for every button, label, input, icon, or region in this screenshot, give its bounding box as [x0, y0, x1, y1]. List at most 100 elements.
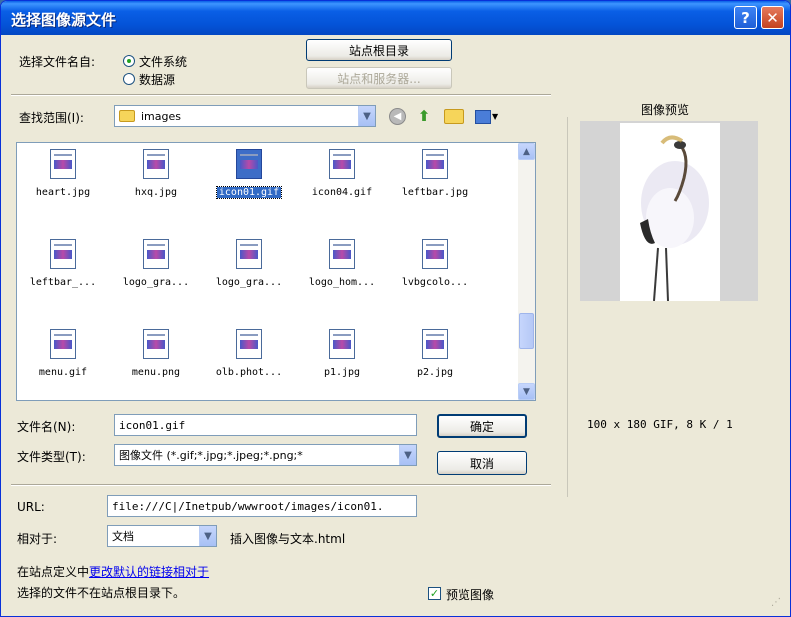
url-input[interactable]: file:///C|/Inetpub/wwwroot/images/icon01… — [107, 495, 417, 517]
folder-icon — [119, 110, 135, 122]
image-file-icon — [236, 149, 262, 179]
image-file-icon — [143, 149, 169, 179]
ok-button[interactable]: 确定 — [437, 414, 527, 438]
file-name: icon04.gif — [311, 187, 373, 198]
look-in-select[interactable]: images ▼ — [114, 105, 376, 127]
file-item[interactable]: menu.png — [110, 323, 202, 395]
preview-checkbox[interactable]: ✓ — [428, 587, 441, 600]
select-from-label: 选择文件名自: — [19, 55, 96, 69]
scroll-thumb[interactable] — [519, 313, 534, 349]
checkmark-icon: ✓ — [429, 587, 440, 600]
file-item[interactable]: heart.jpg — [17, 143, 109, 215]
scroll-down-icon[interactable]: ▼ — [518, 383, 535, 400]
site-server-button[interactable]: 站点和服务器... — [306, 67, 452, 89]
filetype-value: 图像文件 (*.gif;*.jpg;*.jpeg;*.png;* — [119, 449, 303, 462]
preview-frame — [580, 121, 758, 301]
file-item[interactable]: icon04.gif — [296, 143, 388, 215]
look-in-value: images — [141, 109, 181, 123]
radio-filesystem-label[interactable]: 文件系统 — [139, 53, 187, 70]
image-file-icon — [236, 329, 262, 359]
close-button[interactable]: ✕ — [761, 6, 784, 29]
image-file-icon — [50, 149, 76, 179]
image-file-icon — [329, 149, 355, 179]
radio-datasource[interactable] — [123, 73, 135, 85]
new-folder-icon[interactable] — [444, 109, 464, 124]
preview-info: 100 x 180 GIF, 8 K / 1 — [587, 418, 733, 431]
site-definition-text: 在站点定义中更改默认的链接相对于 — [17, 563, 209, 580]
up-folder-icon[interactable]: ⬆ — [415, 107, 433, 125]
file-item[interactable]: leftbar_... — [17, 233, 109, 305]
window-title: 选择图像源文件 — [11, 11, 117, 29]
relative-note: 插入图像与文本.html — [230, 532, 346, 546]
divider — [11, 484, 551, 486]
image-file-icon — [329, 329, 355, 359]
change-default-link[interactable]: 更改默认的链接相对于 — [89, 565, 209, 579]
image-file-icon — [236, 239, 262, 269]
vertical-scrollbar[interactable]: ▲ ▼ — [518, 143, 535, 400]
resize-grip-icon[interactable]: ⋰ — [771, 597, 785, 611]
file-item[interactable]: lvbgcolo... — [389, 233, 481, 305]
image-file-icon — [143, 329, 169, 359]
filetype-select[interactable]: 图像文件 (*.gif;*.jpg;*.jpeg;*.png;* ▼ — [114, 444, 417, 466]
relative-label: 相对于: — [17, 532, 58, 546]
file-item[interactable]: menu.gif — [17, 323, 109, 395]
view-menu-icon[interactable]: ▼ — [475, 108, 501, 125]
file-item[interactable]: p1.jpg — [296, 323, 388, 395]
file-name: icon01.gif — [215, 186, 283, 199]
file-name: logo_gra... — [215, 277, 283, 288]
file-name: logo_gra... — [122, 277, 190, 288]
file-name: p2.jpg — [416, 367, 454, 378]
filename-label: 文件名(N): — [17, 420, 76, 434]
preview-checkbox-label[interactable]: 预览图像 — [446, 586, 494, 603]
url-value: file:///C|/Inetpub/wwwroot/images/icon01… — [112, 499, 384, 513]
file-name: leftbar_... — [29, 277, 97, 288]
radio-datasource-label[interactable]: 数据源 — [139, 71, 175, 88]
file-name: logo_hom... — [308, 277, 376, 288]
image-file-icon — [329, 239, 355, 269]
image-file-icon — [143, 239, 169, 269]
relative-value: 文档 — [112, 530, 134, 543]
file-name: leftbar.jpg — [401, 187, 469, 198]
image-file-icon — [422, 329, 448, 359]
file-list[interactable]: heart.jpg hxq.jpg icon01.gif icon04.gif left… — [16, 142, 536, 401]
warning-text: 选择的文件不在站点根目录下。 — [17, 586, 186, 600]
file-item[interactable]: p2.jpg — [389, 323, 481, 395]
file-item[interactable]: icon01.gif — [203, 143, 295, 215]
cancel-button[interactable]: 取消 — [437, 451, 527, 475]
help-button[interactable]: ? — [734, 6, 757, 29]
preview-title: 图像预览 — [641, 103, 690, 117]
file-item[interactable]: olb.phot... — [203, 323, 295, 395]
site-root-button[interactable]: 站点根目录 — [306, 39, 452, 61]
divider — [11, 94, 551, 96]
chevron-down-icon[interactable]: ▼ — [399, 445, 416, 465]
question-icon: ? — [741, 8, 750, 27]
chevron-down-icon[interactable]: ▼ — [199, 526, 216, 546]
image-file-icon — [50, 239, 76, 269]
title-bar[interactable]: 选择图像源文件 ? ✕ — [1, 1, 790, 35]
preview-separator — [567, 117, 568, 497]
file-name: menu.gif — [38, 367, 88, 378]
file-item[interactable]: leftbar.jpg — [389, 143, 481, 215]
chevron-down-icon[interactable]: ▼ — [358, 106, 375, 126]
file-item[interactable]: logo_gra... — [110, 233, 202, 305]
dialog-window: 选择图像源文件 ? ✕ 选择文件名自: 文件系统 数据源 站点根目录 站点和服务… — [0, 0, 791, 617]
crane-image — [640, 135, 709, 301]
look-in-label: 查找范围(I): — [19, 111, 84, 125]
filename-input[interactable]: icon01.gif — [114, 414, 417, 436]
file-name: heart.jpg — [35, 187, 91, 198]
file-item[interactable]: hxq.jpg — [110, 143, 202, 215]
filetype-label: 文件类型(T): — [17, 450, 86, 464]
file-name: olb.phot... — [215, 367, 283, 378]
file-name: p1.jpg — [323, 367, 361, 378]
close-icon: ✕ — [766, 8, 779, 27]
image-file-icon — [422, 149, 448, 179]
relative-select[interactable]: 文档 ▼ — [107, 525, 217, 547]
scroll-up-icon[interactable]: ▲ — [518, 143, 535, 160]
file-name: hxq.jpg — [134, 187, 178, 198]
file-item[interactable]: logo_hom... — [296, 233, 388, 305]
preview-image — [620, 123, 720, 301]
back-icon[interactable]: ◀ — [389, 108, 406, 125]
radio-filesystem[interactable] — [123, 55, 135, 67]
file-item[interactable]: logo_gra... — [203, 233, 295, 305]
file-name: menu.png — [131, 367, 181, 378]
